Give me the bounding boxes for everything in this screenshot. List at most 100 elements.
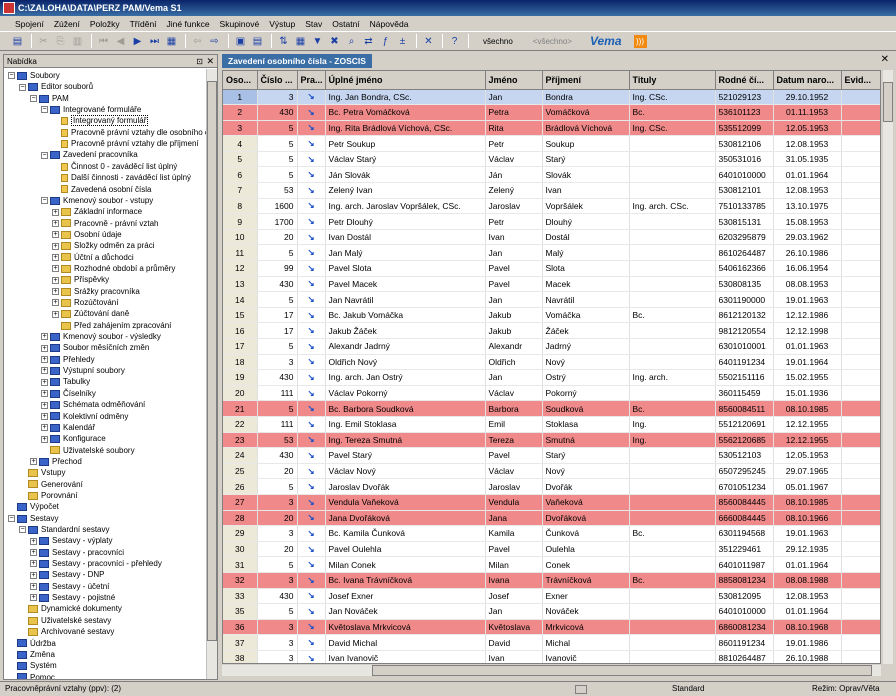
cell-first-name[interactable]: Oldřich xyxy=(485,354,543,371)
expand-icon[interactable]: + xyxy=(30,458,37,466)
cell-full-name[interactable]: Bc. Ivana Trávníčková xyxy=(325,572,486,589)
relation-icon[interactable]: ↘ xyxy=(297,338,326,355)
expand-icon[interactable]: + xyxy=(52,242,59,250)
tree-item[interactable]: Údržba xyxy=(8,638,56,649)
expand-icon[interactable]: + xyxy=(52,288,59,296)
collapse-icon[interactable]: − xyxy=(8,72,15,80)
cell-titles[interactable] xyxy=(629,494,716,511)
tree-item[interactable]: + Osobní údaje xyxy=(52,229,122,240)
cell-full-name[interactable]: Pavel Slota xyxy=(325,260,486,277)
row-number[interactable]: 19 xyxy=(223,369,258,386)
relation-icon[interactable]: ↘ xyxy=(297,447,326,464)
back-icon[interactable]: ⇦ xyxy=(190,34,205,49)
row-number[interactable]: 32 xyxy=(223,572,258,589)
scrollbar-thumb[interactable] xyxy=(883,82,893,122)
cell-first-name[interactable]: Jaroslav xyxy=(485,198,543,215)
cell-birth-date[interactable]: 29.10.1952 xyxy=(773,89,842,106)
table-row[interactable]: 14 5 ↘ Jan Navrátil Jan Navrátil 6301190000 19.… xyxy=(223,291,880,308)
tree-item[interactable]: Integrovaný formulář xyxy=(52,115,149,127)
cell-birth-number[interactable]: 6301010001 xyxy=(715,338,774,355)
cell-titles[interactable] xyxy=(629,322,716,339)
cell-first-name[interactable]: Zelený xyxy=(485,182,543,199)
cell-titles[interactable] xyxy=(629,588,716,605)
tree-item[interactable]: Další činnosti - zaváděcí list úplný xyxy=(52,172,191,183)
cell-evid[interactable] xyxy=(841,400,880,417)
cell-evid[interactable] xyxy=(841,104,880,121)
expand-icon[interactable]: + xyxy=(41,401,48,409)
cell-birth-date[interactable]: 12.12.1955 xyxy=(773,432,842,449)
cell-first-name[interactable]: Vendula xyxy=(485,494,543,511)
tree-item[interactable]: Změna xyxy=(8,649,55,660)
relation-icon[interactable]: ↘ xyxy=(297,541,326,558)
tree-item[interactable]: + Účtní a důchodci xyxy=(52,252,134,263)
cell-birth-date[interactable]: 19.01.1964 xyxy=(773,354,842,371)
cell-cislo[interactable]: 3 xyxy=(257,634,298,651)
cell-last-name[interactable]: Starý xyxy=(542,447,630,464)
cell-titles[interactable] xyxy=(629,385,716,402)
column-header[interactable]: Datum naro... xyxy=(773,71,842,90)
cell-cislo[interactable]: 1600 xyxy=(257,198,298,215)
cell-evid[interactable] xyxy=(841,525,880,542)
row-number[interactable]: 18 xyxy=(223,354,258,371)
forward-icon[interactable]: ⇨ xyxy=(207,34,222,49)
cell-evid[interactable] xyxy=(841,588,880,605)
cell-last-name[interactable]: Michal xyxy=(542,634,630,651)
cell-birth-number[interactable]: 8612120132 xyxy=(715,307,774,324)
table-row[interactable]: 22 111 ↘ Ing. Emil Stoklasa Emil Stoklasa Ing.… xyxy=(223,416,880,433)
cell-full-name[interactable]: Ján Slovák xyxy=(325,166,486,184)
cell-birth-number[interactable]: 5406162366 xyxy=(715,260,774,277)
row-number[interactable]: 3 xyxy=(223,120,258,137)
table-row[interactable]: 21 5 ↘ Bc. Barbora Soudková Barbora Soudková B… xyxy=(223,400,880,417)
cell-full-name[interactable]: Bc. Petra Vomáčková xyxy=(325,104,486,121)
table-row[interactable]: 26 5 ↘ Jaroslav Dvořák Jaroslav Dvořák 6701051… xyxy=(223,478,880,495)
table-row[interactable]: 5 5 ↘ Václav Starý Václav Starý 350531016 31.05… xyxy=(223,151,880,168)
cell-evid[interactable] xyxy=(841,478,880,495)
relation-icon[interactable]: ↘ xyxy=(297,603,326,620)
cell-first-name[interactable]: Václav xyxy=(485,463,543,480)
row-number[interactable]: 8 xyxy=(223,198,258,215)
next-record-icon[interactable]: ▶ xyxy=(130,34,145,49)
row-number[interactable]: 33 xyxy=(223,588,258,605)
row-number[interactable]: 2 xyxy=(223,104,258,121)
table-row[interactable]: 24 430 ↘ Pavel Starý Pavel Starý 530512103 12.0… xyxy=(223,447,880,464)
cell-titles[interactable] xyxy=(629,354,716,371)
cell-birth-number[interactable]: 8560084511 xyxy=(715,400,774,417)
cell-evid[interactable] xyxy=(841,494,880,511)
replace-icon[interactable]: ⇄ xyxy=(361,34,376,49)
expand-icon[interactable]: + xyxy=(52,219,59,227)
column-header[interactable]: Evid... xyxy=(841,71,880,90)
cell-birth-date[interactable]: 13.10.1975 xyxy=(773,198,842,215)
cell-last-name[interactable]: Vomáčka xyxy=(542,307,630,324)
cell-cislo[interactable]: 5 xyxy=(257,135,298,152)
cell-first-name[interactable]: Pavel xyxy=(485,447,543,464)
cell-first-name[interactable]: Pavel xyxy=(485,276,543,293)
table-row[interactable]: 33 430 ↘ Josef Exner Josef Exner 530812095 12.0… xyxy=(223,588,880,605)
grid-horizontal-scrollbar[interactable] xyxy=(222,665,881,676)
menu-item[interactable]: Výstup xyxy=(264,19,300,29)
tree-item[interactable]: Před zahájením zpracování xyxy=(52,320,171,331)
cell-evid[interactable] xyxy=(841,447,880,464)
cell-titles[interactable]: Bc. xyxy=(629,307,716,324)
cell-birth-number[interactable]: 6301194568 xyxy=(715,525,774,542)
cell-cislo[interactable]: 5 xyxy=(257,556,298,573)
row-number[interactable]: 22 xyxy=(223,416,258,433)
relation-icon[interactable]: ↘ xyxy=(297,166,326,184)
collapse-icon[interactable]: − xyxy=(19,83,26,91)
cell-birth-number[interactable]: 6401010000 xyxy=(715,166,774,184)
relation-icon[interactable]: ↘ xyxy=(297,120,326,137)
cell-last-name[interactable]: Soukup xyxy=(542,135,630,152)
cell-birth-date[interactable]: 19.01.1986 xyxy=(773,634,842,651)
table-row[interactable]: 31 5 ↘ Milan Conek Milan Conek 6401011987 01.01… xyxy=(223,556,880,573)
cell-cislo[interactable]: 20 xyxy=(257,541,298,558)
cell-last-name[interactable]: Malý xyxy=(542,244,630,262)
cell-first-name[interactable]: Kamila xyxy=(485,525,543,542)
cell-titles[interactable] xyxy=(629,229,716,246)
cell-birth-date[interactable]: 16.06.1954 xyxy=(773,260,842,277)
tree-item[interactable]: + Konfigurace xyxy=(41,433,106,444)
tree-item[interactable]: − Kmenový soubor - vstupy xyxy=(41,195,153,206)
tree-item[interactable]: Činnost 0 - zaváděcí list úplný xyxy=(52,161,177,172)
table-row[interactable]: 27 3 ↘ Vendula Vaňeková Vendula Vaňeková 85600… xyxy=(223,494,880,511)
cell-cislo[interactable]: 430 xyxy=(257,369,298,386)
row-number[interactable]: 30 xyxy=(223,541,258,558)
table-row[interactable]: 17 5 ↘ Alexandr Jadrný Alexandr Jadrný 6301010… xyxy=(223,338,880,355)
